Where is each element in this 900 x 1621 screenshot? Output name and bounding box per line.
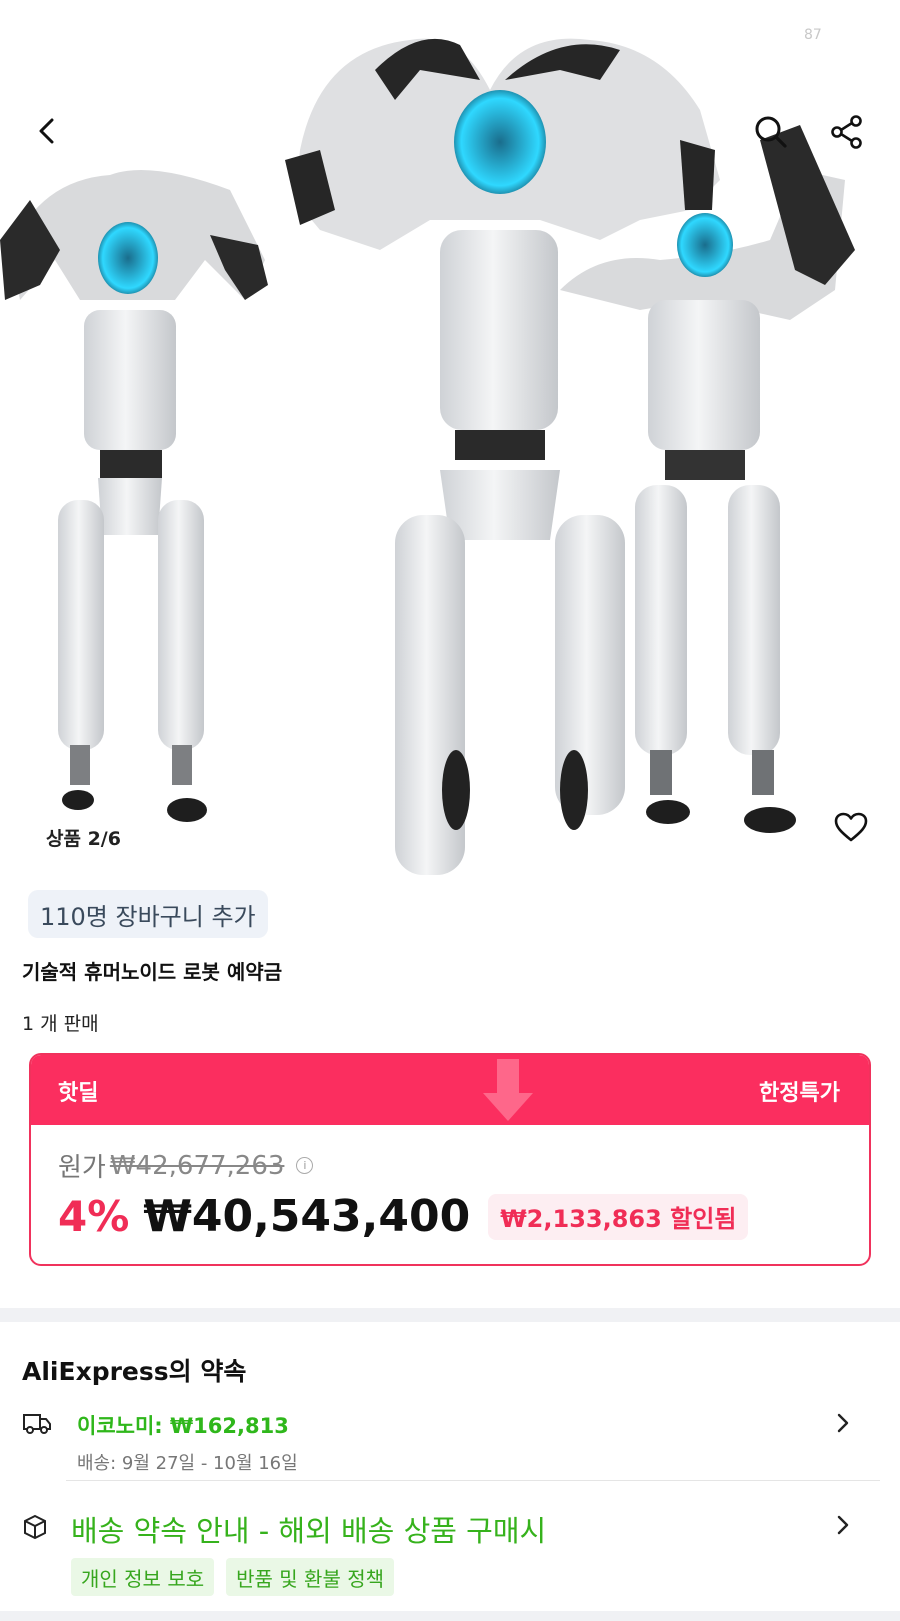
shipping-option-row[interactable]: 이코노미: ₩162,813 배송: 9월 27일 - 10월 16일	[0, 1398, 900, 1480]
product-image-gallery[interactable]: 87 상품 2/6	[0, 0, 900, 876]
hot-deal-box: 핫딜 한정특가 원가 ₩42,677,263 i 4% ₩40,543,400 …	[29, 1053, 871, 1266]
promise-section-title: AliExpress의 약속	[22, 1357, 247, 1386]
row-divider	[66, 1480, 880, 1481]
chevron-right-icon	[837, 1515, 849, 1535]
chevron-left-icon	[39, 118, 54, 144]
sale-price: ₩40,543,400	[143, 1191, 471, 1242]
deal-header: 핫딜 한정특가	[31, 1055, 869, 1125]
saved-amount-badge: ₩2,133,863 할인됨	[488, 1193, 749, 1240]
shipping-method-price: 이코노미: ₩162,813	[77, 1414, 289, 1438]
discount-percent: 4%	[58, 1192, 130, 1241]
image-counter: 상품 2/6	[46, 828, 121, 850]
hot-deal-label: 핫딜	[58, 1081, 99, 1106]
delivery-promise-row[interactable]: 배송 약속 안내 - 해외 배송 상품 구매시 개인 정보 보호 반품 및 환불…	[0, 1500, 900, 1610]
sale-price-row: 4% ₩40,543,400 ₩2,133,863 할인됨	[58, 1191, 749, 1242]
original-price-label: 원가	[58, 1153, 106, 1183]
product-title: 기술적 휴머노이드 로봇 예약금	[22, 960, 283, 984]
chevron-right-icon	[837, 1413, 849, 1433]
return-refund-tag[interactable]: 반품 및 환불 정책	[226, 1558, 394, 1596]
section-divider	[0, 1308, 900, 1322]
back-button[interactable]	[22, 106, 72, 156]
privacy-tag[interactable]: 개인 정보 보호	[71, 1558, 215, 1596]
sold-count: 1 개 판매	[22, 1013, 99, 1035]
search-icon	[755, 116, 787, 148]
original-price-row: 원가 ₩42,677,263 i	[58, 1147, 314, 1184]
search-button[interactable]	[746, 107, 796, 157]
status-number: 87	[804, 27, 822, 43]
cart-count-badge: 110명 장바구니 추가	[28, 890, 268, 938]
share-icon	[831, 115, 862, 149]
box-icon	[24, 1514, 46, 1540]
original-price: ₩42,677,263	[109, 1150, 285, 1181]
delivery-date-range: 배송: 9월 27일 - 10월 16일	[77, 1453, 298, 1474]
share-button[interactable]	[822, 107, 872, 157]
promise-tags: 개인 정보 보호 반품 및 환불 정책	[71, 1558, 394, 1596]
wishlist-button[interactable]	[826, 802, 876, 852]
limited-special-label: 한정특가	[759, 1081, 840, 1106]
info-icon[interactable]: i	[296, 1157, 314, 1174]
bottom-band	[0, 1611, 900, 1621]
down-arrow-icon	[483, 1059, 533, 1121]
truck-icon	[23, 1414, 51, 1434]
heart-outline-icon	[834, 812, 868, 842]
delivery-promise-label: 배송 약속 안내 - 해외 배송 상품 구매시	[71, 1514, 547, 1548]
